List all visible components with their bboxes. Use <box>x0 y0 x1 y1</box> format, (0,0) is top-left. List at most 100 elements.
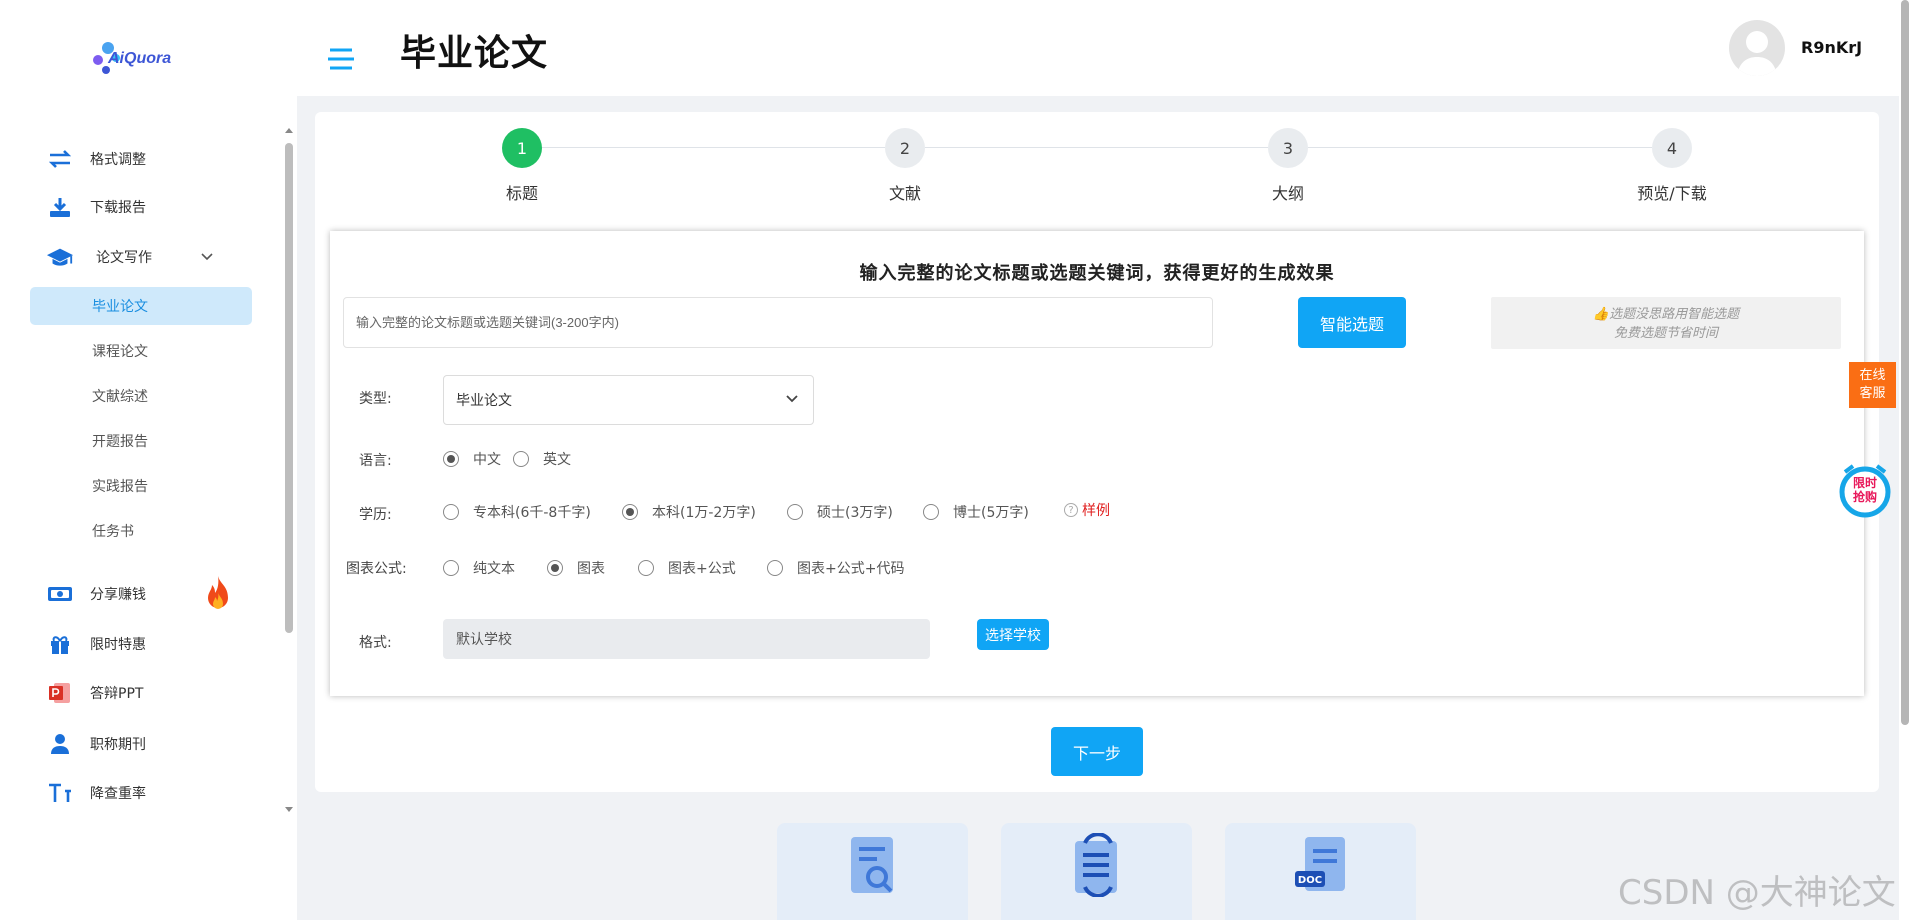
degree-radio-master[interactable]: 硕士(3万字) <box>787 502 893 522</box>
sidebar-item-defense-ppt[interactable]: 答辩PPT <box>30 674 252 712</box>
chevron-down-icon <box>201 253 213 261</box>
document-sync-icon <box>1075 833 1117 897</box>
step-4-label: 预览/下载 <box>1637 184 1707 203</box>
sub-item-proposal[interactable]: 开题报告 <box>30 422 252 460</box>
language-label: 语言: <box>359 453 392 469</box>
radio-dot <box>443 560 459 576</box>
title-input[interactable] <box>343 297 1213 348</box>
form-heading: 输入完整的论文标题或选题关键词，获得更好的生成效果 <box>859 263 1335 284</box>
page-scrollbar-thumb[interactable] <box>1901 0 1909 725</box>
degree-radio-associate[interactable]: 专本科(6千-8千字) <box>443 502 591 522</box>
step-connector <box>1308 147 1652 148</box>
sub-item-task-book[interactable]: 任务书 <box>30 512 252 550</box>
radio-dot <box>513 451 529 467</box>
sidebar-item-limited-offer[interactable]: 限时特惠 <box>30 625 252 663</box>
language-radio-chinese[interactable]: 中文 <box>443 449 501 469</box>
sidebar-item-download-report[interactable]: 下载报告 <box>30 188 252 226</box>
degree-radio-bachelor[interactable]: 本科(1万-2万字) <box>622 502 756 522</box>
graduation-cap-icon <box>46 245 74 269</box>
degree-radio-doctor[interactable]: 博士(5万字) <box>923 502 1029 522</box>
doc-file-icon: DOC <box>1295 837 1345 891</box>
radio-dot <box>547 560 563 576</box>
username[interactable]: R9nKrJ <box>1801 38 1862 57</box>
logo-text: AiQuora <box>108 50 172 67</box>
page-title: 毕业论文 <box>400 33 549 74</box>
scroll-up-icon <box>285 128 293 133</box>
money-icon <box>46 582 74 606</box>
chart-formula-label: 图表公式: <box>346 561 407 577</box>
type-select-value: 毕业论文 <box>456 393 512 409</box>
radio-dot <box>767 560 783 576</box>
service-line2: 客服 <box>1859 386 1886 401</box>
radio-dot <box>638 560 654 576</box>
sidebar-item-label: 降查重率 <box>90 786 146 802</box>
degree-label: 学历: <box>359 507 392 523</box>
sidebar-item-share-earn[interactable]: 分享赚钱 <box>30 575 252 613</box>
sidebar-scrollbar-thumb[interactable] <box>285 143 293 633</box>
sample-link[interactable]: ? 样例 <box>1064 500 1110 520</box>
sub-item-literature-review[interactable]: 文献综述 <box>30 377 252 415</box>
scroll-down-icon <box>285 807 293 812</box>
radio-label: 纯文本 <box>473 561 515 577</box>
chart-radio-charts-formulas-code[interactable]: 图表+公式+代码 <box>767 558 904 578</box>
sidebar-item-label: 职称期刊 <box>90 737 146 753</box>
thumb-up-icon: 👍 <box>1592 307 1610 322</box>
format-label: 格式: <box>359 635 392 651</box>
sub-item-course-paper[interactable]: 课程论文 <box>30 332 252 370</box>
menu-icon[interactable] <box>326 46 356 72</box>
sidebar-item-label: 论文写作 <box>96 250 152 266</box>
chart-radio-charts-formulas[interactable]: 图表+公式 <box>638 558 736 578</box>
sidebar-item-reduce-duplication[interactable]: 降查重率 <box>30 774 252 812</box>
avatar[interactable] <box>1729 20 1785 76</box>
document-search-icon <box>851 837 893 893</box>
radio-label: 博士(5万字) <box>953 505 1029 521</box>
question-icon: ? <box>1064 503 1078 517</box>
radio-label: 图表+公式+代码 <box>797 561 905 577</box>
watermark: CSDN @大神论文 <box>1618 873 1896 913</box>
sidebar-item-format-adjust[interactable]: 格式调整 <box>30 140 252 178</box>
step-3-circle: 3 <box>1268 128 1308 168</box>
step-connector <box>542 147 885 148</box>
step-1-label: 标题 <box>505 184 538 203</box>
online-service-button[interactable]: 在线 客服 <box>1849 362 1896 408</box>
step-3-label: 大纲 <box>1271 184 1304 203</box>
sidebar-item-label: 下载报告 <box>90 200 146 216</box>
smart-topic-button[interactable]: 智能选题 <box>1298 297 1406 348</box>
chart-radio-plain-text[interactable]: 纯文本 <box>443 558 515 578</box>
sub-item-graduation-thesis[interactable]: 毕业论文 <box>30 287 252 325</box>
tool-card-2[interactable] <box>1001 823 1192 920</box>
sidebar-item-label: 限时特惠 <box>90 637 146 653</box>
select-school-button[interactable]: 选择学校 <box>977 619 1049 650</box>
service-line1: 在线 <box>1859 368 1886 383</box>
chart-radio-charts[interactable]: 图表 <box>547 558 605 578</box>
sidebar-item-label: 分享赚钱 <box>90 587 146 603</box>
language-radio-english[interactable]: 英文 <box>513 449 571 469</box>
radio-label: 图表 <box>577 561 605 577</box>
gift-icon <box>46 632 74 656</box>
flash-line1: 限时 <box>1852 476 1877 490</box>
tool-card-3[interactable]: DOC <box>1225 823 1416 920</box>
tool-card-1[interactable] <box>777 823 968 920</box>
step-1-circle: 1 <box>502 128 542 168</box>
radio-label: 专本科(6千-8千字) <box>473 505 591 521</box>
chevron-down-icon <box>786 395 798 403</box>
radio-dot <box>923 504 939 520</box>
tip-line1: 选题没思路用智能选题 <box>1609 307 1740 322</box>
sidebar-item-journals[interactable]: 职称期刊 <box>30 725 252 763</box>
flash-sale-badge[interactable]: 限时 抢购 <box>1837 462 1893 518</box>
swap-arrows-icon <box>46 147 74 171</box>
topic-tip-box: 👍选题没思路用智能选题 免费选题节省时间 <box>1491 297 1841 349</box>
radio-dot <box>443 504 459 520</box>
step-connector <box>925 147 1268 148</box>
sub-item-practice-report[interactable]: 实践报告 <box>30 467 252 505</box>
radio-label: 图表+公式 <box>668 561 736 577</box>
sidebar-item-label: 答辩PPT <box>90 686 144 702</box>
radio-label: 硕士(3万字) <box>817 505 893 521</box>
radio-label: 本科(1万-2万字) <box>652 505 756 521</box>
radio-dot <box>622 504 638 520</box>
type-label: 类型: <box>359 391 392 407</box>
fire-icon <box>208 576 228 609</box>
next-step-button[interactable]: 下一步 <box>1051 727 1143 776</box>
sidebar-item-paper-writing[interactable]: 论文写作 <box>30 238 252 276</box>
type-select[interactable]: 毕业论文 <box>443 375 814 425</box>
